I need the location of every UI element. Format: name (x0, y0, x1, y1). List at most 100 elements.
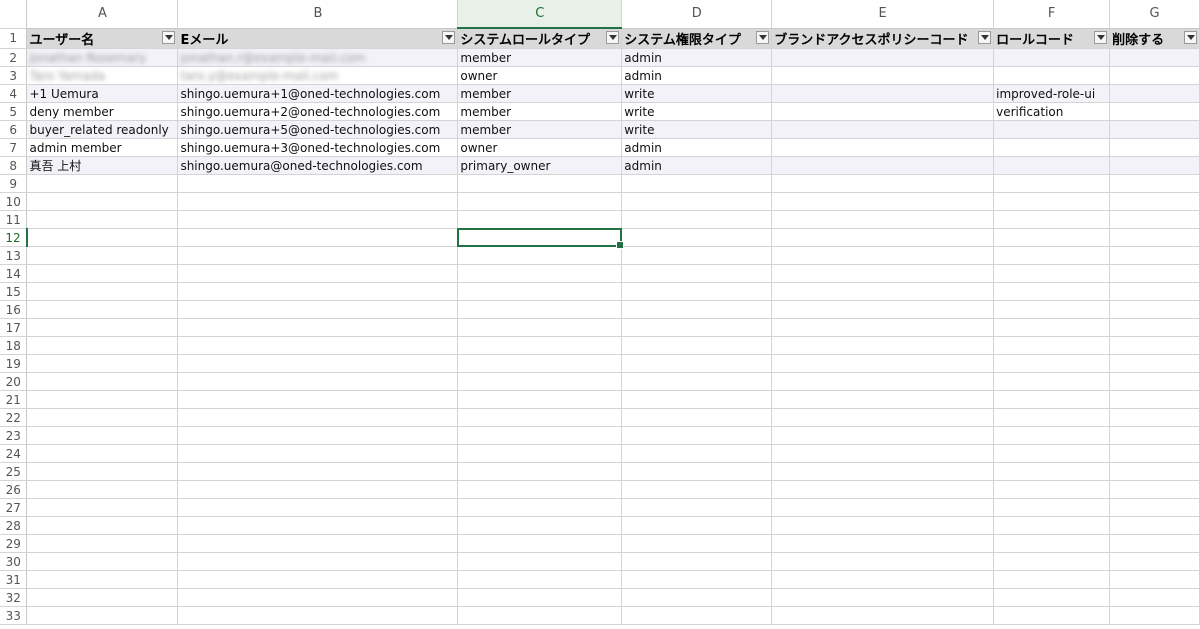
empty-cell[interactable] (26, 174, 179, 193)
row-number[interactable]: 25 (0, 462, 28, 481)
empty-cell[interactable] (457, 354, 623, 373)
empty-cell[interactable] (771, 210, 995, 229)
empty-cell[interactable] (457, 372, 623, 391)
filter-dropdown-icon[interactable] (606, 31, 620, 44)
empty-cell[interactable] (771, 606, 995, 625)
cell-brand-access-policy-code[interactable] (771, 48, 995, 67)
empty-cell[interactable] (621, 336, 773, 355)
empty-cell[interactable] (621, 318, 773, 337)
empty-cell[interactable] (771, 228, 995, 247)
empty-cell[interactable] (621, 174, 773, 193)
empty-cell[interactable] (621, 228, 773, 247)
empty-cell[interactable] (621, 354, 773, 373)
cell-system-role-type[interactable]: member (457, 120, 623, 139)
empty-cell[interactable] (457, 606, 623, 625)
cell-username[interactable]: +1 Uemura (26, 84, 179, 103)
row-number[interactable]: 8 (0, 156, 28, 175)
empty-cell[interactable] (26, 336, 179, 355)
empty-cell[interactable] (177, 498, 459, 517)
empty-cell[interactable] (177, 246, 459, 265)
cell-role-code[interactable]: improved-role-ui (993, 84, 1111, 103)
empty-cell[interactable] (177, 570, 459, 589)
empty-cell[interactable] (771, 444, 995, 463)
empty-cell[interactable] (621, 408, 773, 427)
empty-cell[interactable] (457, 570, 623, 589)
cell-system-role-type[interactable]: owner (457, 138, 623, 157)
cell-system-permission-type[interactable]: admin (621, 48, 773, 67)
empty-cell[interactable] (457, 210, 623, 229)
empty-cell[interactable] (177, 606, 459, 625)
empty-cell[interactable] (1109, 552, 1200, 571)
empty-cell[interactable] (26, 228, 179, 247)
cell-role-code[interactable] (993, 66, 1111, 85)
empty-cell[interactable] (621, 570, 773, 589)
empty-cell[interactable] (621, 516, 773, 535)
row-number[interactable]: 16 (0, 300, 28, 319)
filter-dropdown-icon[interactable] (442, 30, 456, 44)
cell-email[interactable]: taro.y@example-mail.com (177, 66, 459, 85)
empty-cell[interactable] (457, 588, 623, 607)
empty-cell[interactable] (177, 516, 459, 535)
empty-cell[interactable] (621, 534, 773, 553)
empty-cell[interactable] (1109, 444, 1200, 463)
empty-cell[interactable] (177, 282, 459, 301)
select-all-corner[interactable] (0, 0, 28, 29)
filter-dropdown-icon[interactable] (1184, 30, 1197, 44)
cell-delete[interactable] (1109, 138, 1200, 157)
cell-system-role-type[interactable]: member (457, 102, 623, 121)
empty-cell[interactable] (177, 228, 459, 247)
empty-cell[interactable] (26, 498, 179, 517)
row-number[interactable]: 24 (0, 444, 28, 463)
empty-cell[interactable] (771, 318, 995, 337)
empty-cell[interactable] (26, 264, 179, 283)
row-number[interactable]: 26 (0, 480, 28, 499)
empty-cell[interactable] (993, 498, 1111, 517)
row-number[interactable]: 32 (0, 588, 28, 607)
row-number[interactable]: 12 (0, 228, 28, 247)
empty-cell[interactable] (1109, 282, 1200, 301)
empty-cell[interactable] (771, 390, 995, 409)
cell-email[interactable]: shingo.uemura+3@oned-technologies.com (177, 138, 459, 157)
cell-role-code[interactable] (993, 48, 1111, 67)
empty-cell[interactable] (1109, 318, 1200, 337)
empty-cell[interactable] (621, 264, 773, 283)
cell-brand-access-policy-code[interactable] (771, 156, 995, 175)
empty-cell[interactable] (177, 336, 459, 355)
empty-cell[interactable] (26, 246, 179, 265)
row-number[interactable]: 22 (0, 408, 28, 427)
empty-cell[interactable] (771, 408, 995, 427)
column-header-a[interactable]: A (26, 0, 179, 29)
row-number[interactable]: 30 (0, 552, 28, 571)
cell-system-role-type[interactable]: member (457, 48, 623, 67)
empty-cell[interactable] (993, 318, 1111, 337)
empty-cell[interactable] (26, 282, 179, 301)
empty-cell[interactable] (1109, 408, 1200, 427)
cell-role-code[interactable]: verification (993, 102, 1111, 121)
empty-cell[interactable] (457, 300, 623, 319)
cell-system-permission-type[interactable]: write (621, 84, 773, 103)
column-header-f[interactable]: F (993, 0, 1111, 29)
column-header-d[interactable]: D (621, 0, 773, 29)
empty-cell[interactable] (1109, 498, 1200, 517)
empty-cell[interactable] (1109, 534, 1200, 553)
empty-cell[interactable] (457, 408, 623, 427)
empty-cell[interactable] (26, 210, 179, 229)
empty-cell[interactable] (1109, 372, 1200, 391)
empty-cell[interactable] (177, 192, 459, 211)
cell-delete[interactable] (1109, 102, 1200, 121)
empty-cell[interactable] (993, 606, 1111, 625)
empty-cell[interactable] (1109, 246, 1200, 265)
empty-cell[interactable] (993, 426, 1111, 445)
empty-cell[interactable] (1109, 228, 1200, 247)
empty-cell[interactable] (1109, 192, 1200, 211)
row-number[interactable]: 29 (0, 534, 28, 553)
row-number[interactable]: 20 (0, 372, 28, 391)
empty-cell[interactable] (993, 372, 1111, 391)
empty-cell[interactable] (771, 246, 995, 265)
empty-cell[interactable] (177, 354, 459, 373)
empty-cell[interactable] (457, 174, 623, 193)
empty-cell[interactable] (771, 552, 995, 571)
empty-cell[interactable] (457, 516, 623, 535)
empty-cell[interactable] (177, 480, 459, 499)
cell-username[interactable]: Jonathan Rosemary (26, 48, 179, 67)
